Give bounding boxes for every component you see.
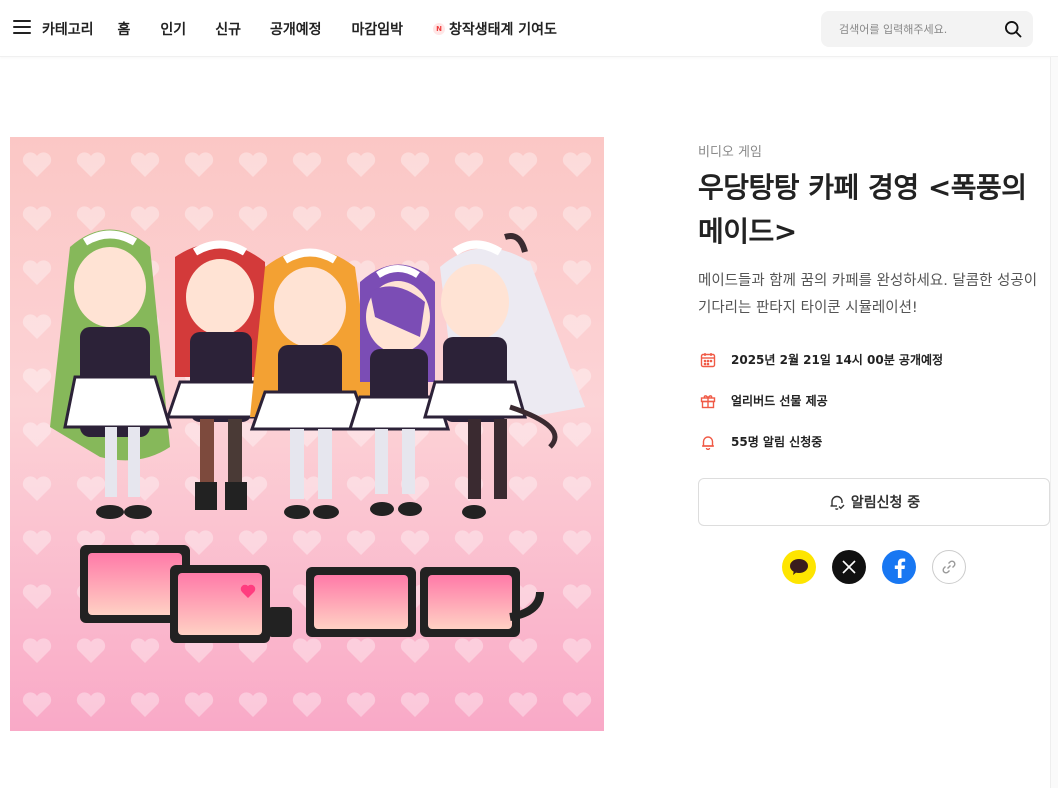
nav-ecosystem-label: 창작생태계 기여도	[449, 21, 557, 38]
main-nav: 카테고리 홈 인기 신규 공개예정 마감임박 N 창작생태계 기여도	[42, 0, 557, 57]
alarm-count-row: 55명 알림 신청중	[700, 433, 822, 450]
gift-row: 얼리버드 선물 제공	[700, 392, 828, 409]
page-scrollbar[interactable]	[1050, 57, 1058, 788]
nav-ecosystem[interactable]: N 창작생태계 기여도	[433, 19, 557, 39]
search-box	[821, 11, 1033, 47]
x-icon	[842, 560, 856, 574]
nav-closing[interactable]: 마감임박	[351, 19, 403, 39]
search-input[interactable]	[839, 11, 999, 47]
product-category[interactable]: 비디오 게임	[698, 141, 762, 160]
calendar-icon	[700, 352, 716, 367]
share-facebook-button[interactable]	[882, 550, 916, 584]
gift-icon	[700, 394, 716, 408]
facebook-icon	[894, 558, 906, 578]
link-icon	[942, 560, 956, 574]
search-icon[interactable]	[1003, 19, 1023, 39]
kakao-icon	[790, 559, 808, 575]
menu-icon[interactable]	[13, 20, 31, 36]
share-link-button[interactable]	[932, 550, 966, 584]
top-header: 카테고리 홈 인기 신규 공개예정 마감임박 N 창작생태계 기여도	[0, 0, 1058, 57]
new-badge: N	[433, 22, 446, 35]
product-description: 메이드들과 함께 꿈의 카페를 완성하세요. 달콤한 성공이 기다리는 판타지 …	[698, 273, 1038, 316]
launch-date-text: 2025년 2월 21일 14시 00분 공개예정	[731, 353, 944, 367]
nav-popular[interactable]: 인기	[160, 19, 186, 39]
product-illustration	[10, 137, 604, 731]
nav-home[interactable]: 홈	[118, 19, 131, 39]
bell-check-icon	[830, 495, 845, 510]
nav-category[interactable]: 카테고리	[42, 19, 94, 39]
launch-date-row: 2025년 2월 21일 14시 00분 공개예정	[700, 351, 943, 368]
notify-button[interactable]: 알림신청 중	[698, 478, 1050, 526]
bell-icon	[702, 435, 714, 450]
gift-text: 얼리버드 선물 제공	[731, 394, 828, 408]
product-image	[10, 137, 604, 731]
alarm-count-text: 55명 알림 신청중	[731, 435, 823, 449]
nav-upcoming[interactable]: 공개예정	[270, 19, 322, 39]
product-title: 우당탕탕 카페 경영 <폭풍의 메이드>	[698, 171, 1027, 248]
nav-new[interactable]: 신규	[215, 19, 241, 39]
notify-button-label: 알림신청 중	[850, 495, 921, 511]
share-x-button[interactable]	[832, 550, 866, 584]
share-kakao-button[interactable]	[782, 550, 816, 584]
